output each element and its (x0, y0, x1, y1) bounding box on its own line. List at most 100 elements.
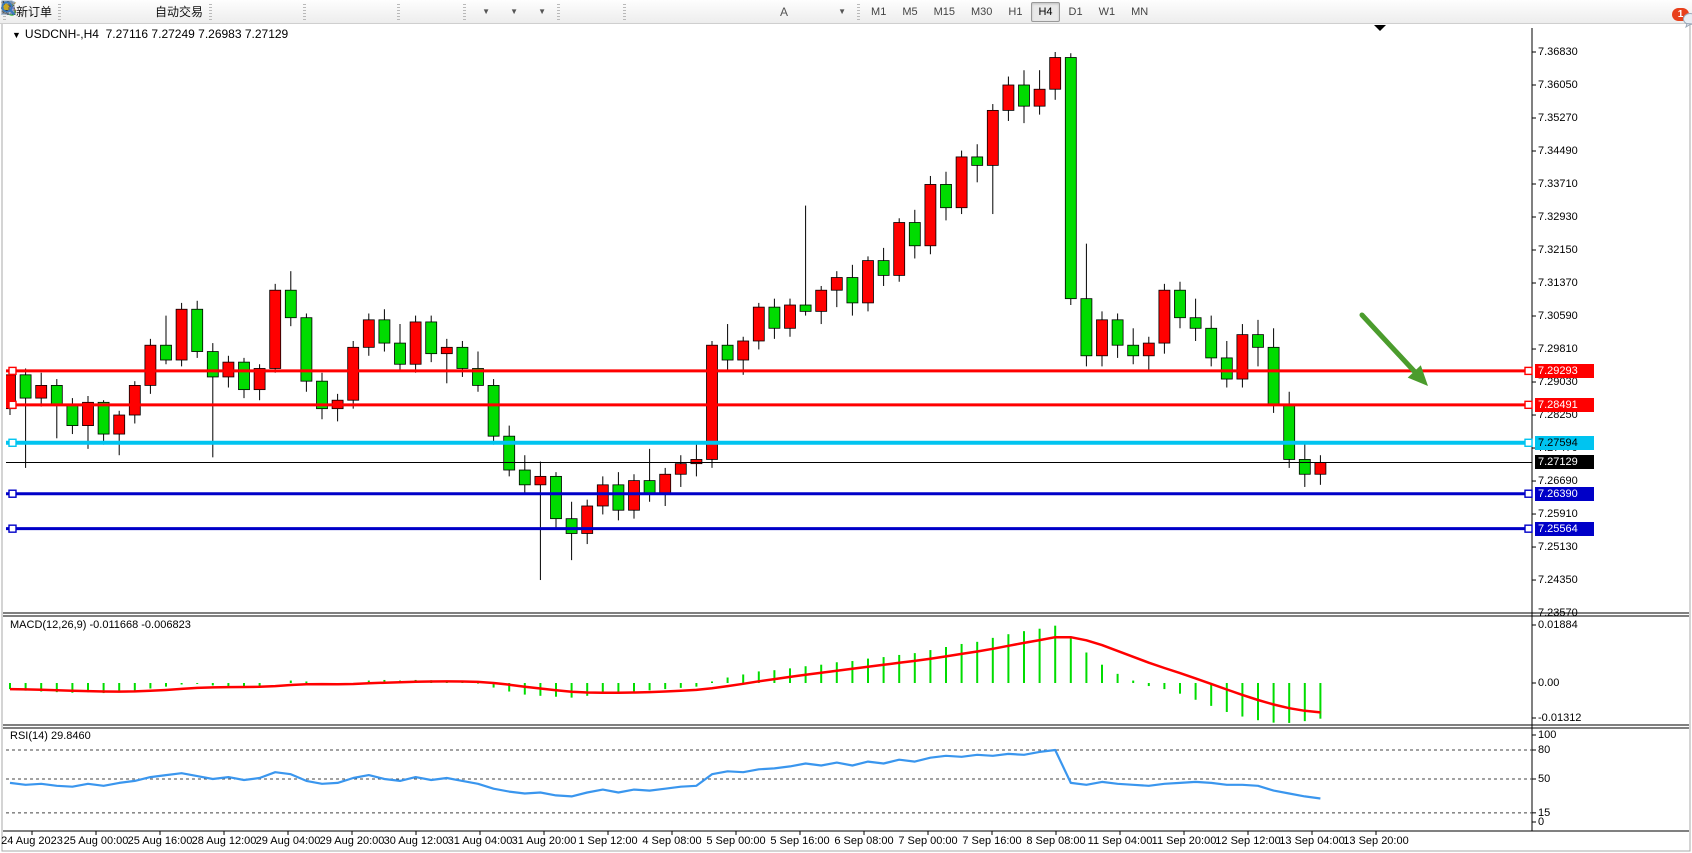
hline-anchor[interactable] (1525, 490, 1532, 497)
macd-values: -0.011668 -0.006823 (89, 619, 190, 631)
auto-trading-button[interactable]: 自动交易 (149, 1, 206, 23)
hline-anchor[interactable] (9, 439, 16, 446)
candle (145, 345, 156, 385)
candle (488, 385, 499, 436)
vertical-line-button[interactable] (630, 1, 658, 23)
zoom-in-button[interactable] (310, 1, 338, 23)
ohlc-readout: 7.27116 7.27249 7.26983 7.27129 (106, 27, 289, 41)
timeframe-M1[interactable]: M1 (864, 2, 893, 22)
candle (629, 481, 640, 511)
candle (36, 385, 47, 398)
candle (1253, 335, 1264, 348)
crosshair-button[interactable] (592, 1, 620, 23)
hline-anchor[interactable] (9, 525, 16, 532)
candle (941, 184, 952, 207)
candle (441, 347, 452, 353)
candle (613, 485, 624, 510)
auto-scroll-button[interactable] (404, 1, 432, 23)
timeframe-D1[interactable]: D1 (1062, 2, 1090, 22)
candle (270, 290, 281, 368)
arrows-button[interactable]: ▼ (826, 1, 854, 23)
fibonacci-button[interactable]: F (742, 1, 770, 23)
candle (1112, 320, 1123, 345)
candle (785, 305, 796, 328)
tile-windows-button[interactable] (366, 1, 394, 23)
candle (909, 223, 920, 246)
candle (800, 305, 811, 311)
bar-chart-button[interactable] (216, 1, 244, 23)
chevron-down-icon: ▼ (510, 7, 518, 16)
text-button[interactable]: A (770, 1, 798, 23)
symbol-timeframe: USDCNH-,H4 (25, 27, 99, 41)
candle (691, 459, 702, 463)
candle (348, 347, 359, 400)
candle (894, 223, 905, 276)
candle (1299, 459, 1310, 474)
candle (410, 322, 421, 364)
candle (457, 347, 468, 368)
candle (239, 362, 250, 390)
cursor-button[interactable] (564, 1, 592, 23)
line-chart-button[interactable] (272, 1, 300, 23)
chart-title: ▼ USDCNH-,H4 7.27116 7.27249 7.26983 7.27… (12, 27, 288, 41)
hline-anchor[interactable] (1525, 401, 1532, 408)
templates-button[interactable]: ▼ (526, 1, 554, 23)
candle (847, 278, 858, 303)
candle (925, 184, 936, 245)
hline-anchor[interactable] (1525, 439, 1532, 446)
timeframe-H1[interactable]: H1 (1001, 2, 1029, 22)
text-label-button[interactable]: T (798, 1, 826, 23)
chart-shift-button[interactable] (432, 1, 460, 23)
candle (395, 343, 406, 364)
timeframe-M30[interactable]: M30 (964, 2, 999, 22)
candlestick-button[interactable] (244, 1, 272, 23)
candle (816, 290, 827, 311)
macd-label: MACD(12,26,9) -0.011668 -0.006823 (10, 619, 191, 631)
candle (161, 345, 172, 360)
hline-anchor[interactable] (1525, 525, 1532, 532)
chart-canvas (0, 0, 1692, 853)
candle (1206, 328, 1217, 358)
timeframe-H4[interactable]: H4 (1031, 2, 1059, 22)
candle (753, 307, 764, 341)
candle (1221, 358, 1232, 379)
toolbar: 新订单 自动交易 (0, 0, 1692, 24)
timeframe-M15[interactable]: M15 (927, 2, 962, 22)
candle (1159, 290, 1170, 343)
chart-dropdown-icon[interactable]: ▼ (12, 30, 21, 40)
candle (1019, 85, 1030, 106)
channel-button[interactable]: E (714, 1, 742, 23)
candle (176, 309, 187, 360)
candle (972, 157, 983, 165)
new-order-label: 新订单 (16, 3, 52, 20)
community-button[interactable] (93, 1, 121, 23)
candle (379, 320, 390, 343)
candle (1190, 318, 1201, 329)
candle (535, 476, 546, 484)
candle (1128, 345, 1139, 356)
candle (1284, 404, 1295, 459)
indicators-button[interactable]: ▼ (470, 1, 498, 23)
text-icon: A (780, 5, 788, 19)
signals-button[interactable] (121, 1, 149, 23)
hline-anchor[interactable] (9, 401, 16, 408)
hline-anchor[interactable] (1525, 367, 1532, 374)
timeframe-M5[interactable]: M5 (895, 2, 924, 22)
chevron-down-icon: ▼ (838, 7, 846, 16)
zoom-out-button[interactable] (338, 1, 366, 23)
candle (363, 320, 374, 348)
hline-anchor[interactable] (9, 367, 16, 374)
candle (831, 278, 842, 291)
trendline-button[interactable] (686, 1, 714, 23)
timeframe-W1[interactable]: W1 (1092, 2, 1123, 22)
horizontal-line-button[interactable] (658, 1, 686, 23)
auto-trading-label: 自动交易 (155, 3, 203, 20)
timeframe-MN[interactable]: MN (1124, 2, 1155, 22)
candle (738, 341, 749, 360)
candle (1065, 58, 1076, 299)
hline-anchor[interactable] (9, 490, 16, 497)
candle (519, 470, 530, 485)
candle (1097, 320, 1108, 356)
periods-button[interactable]: ▼ (498, 1, 526, 23)
price-alert-button[interactable] (65, 1, 93, 23)
